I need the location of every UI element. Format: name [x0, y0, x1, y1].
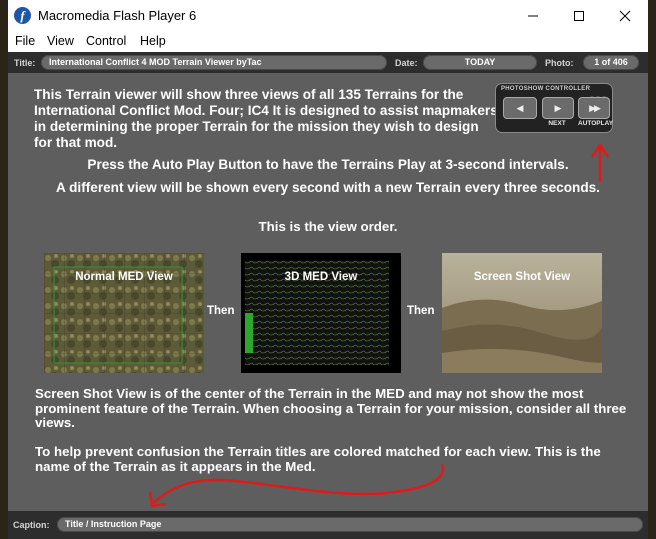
- normal-med-view-image: Normal MED View: [44, 253, 204, 373]
- close-button[interactable]: [602, 0, 648, 31]
- menu-bar: File View Control Help: [8, 31, 648, 52]
- maximize-icon: [574, 10, 584, 21]
- then-label-1: Then: [207, 305, 235, 317]
- intro-text: This Terrain viewer will show three view…: [34, 87, 498, 150]
- screen-shot-view-caption: Screen Shot View: [473, 271, 571, 283]
- controller-title: PHOTOSHOW CONTROLLER: [501, 86, 591, 92]
- previous-button[interactable]: ◀: [503, 97, 537, 119]
- caption-bar: Caption: Title / Instruction Page: [8, 511, 648, 539]
- flash-app-icon: f: [14, 7, 31, 24]
- maximize-button[interactable]: [556, 0, 602, 31]
- menu-file[interactable]: File: [15, 34, 35, 48]
- close-icon: [619, 10, 631, 21]
- caption-field: Title / Instruction Page: [57, 517, 643, 532]
- play-icon: ▶: [554, 103, 562, 113]
- interval-note: A different view will be shown every sec…: [56, 180, 600, 195]
- title-bar[interactable]: f Macromedia Flash Player 6: [8, 0, 648, 31]
- autoplay-note: Press the Auto Play Button to have the T…: [87, 157, 569, 172]
- screen-shot-view-image: Screen Shot View: [442, 253, 602, 373]
- 3d-med-view-caption: 3D MED View: [284, 271, 358, 283]
- title-label: Title:: [14, 58, 36, 68]
- flash-player-window: f Macromedia Flash Player 6 File View Co…: [8, 0, 648, 539]
- photoshow-controller: PHOTOSHOW CONTROLLER ◀ ▶ ▶▶ NEXT AUTOPLA…: [495, 83, 613, 133]
- menu-control[interactable]: Control: [86, 34, 126, 48]
- menu-help[interactable]: Help: [140, 34, 166, 48]
- minimize-icon: [528, 15, 538, 16]
- fast-forward-icon: ▶▶: [589, 103, 601, 113]
- photo-label: Photo:: [545, 58, 574, 68]
- minimize-button[interactable]: [510, 0, 556, 31]
- window-title: Macromedia Flash Player 6: [38, 8, 197, 23]
- slide-area: This Terrain viewer will show three view…: [8, 73, 648, 511]
- menu-view[interactable]: View: [47, 34, 74, 48]
- photo-counter: 1 of 406: [583, 55, 639, 70]
- autoplay-button[interactable]: ▶▶: [578, 97, 610, 119]
- then-label-2: Then: [407, 305, 435, 317]
- next-button[interactable]: ▶: [542, 97, 574, 119]
- date-field: TODAY: [423, 55, 537, 70]
- screenshot-note: Screen Shot View is of the center of the…: [35, 386, 627, 430]
- order-heading: This is the view order.: [258, 219, 398, 234]
- date-label: Date:: [395, 58, 418, 68]
- previous-icon: ◀: [516, 103, 524, 113]
- autoplay-label: AUTOPLAY: [578, 120, 614, 127]
- next-label: NEXT: [548, 120, 566, 127]
- 3d-med-view-image: 3D MED View: [241, 253, 401, 373]
- flash-stage: Title: International Conflict 4 MOD Terr…: [8, 52, 648, 539]
- info-bar: Title: International Conflict 4 MOD Terr…: [8, 52, 648, 73]
- titles-note: To help prevent confusion the Terrain ti…: [35, 444, 601, 474]
- caption-label: Caption:: [13, 520, 50, 530]
- normal-med-view-caption: Normal MED View: [75, 271, 173, 283]
- title-field: International Conflict 4 MOD Terrain Vie…: [41, 55, 387, 70]
